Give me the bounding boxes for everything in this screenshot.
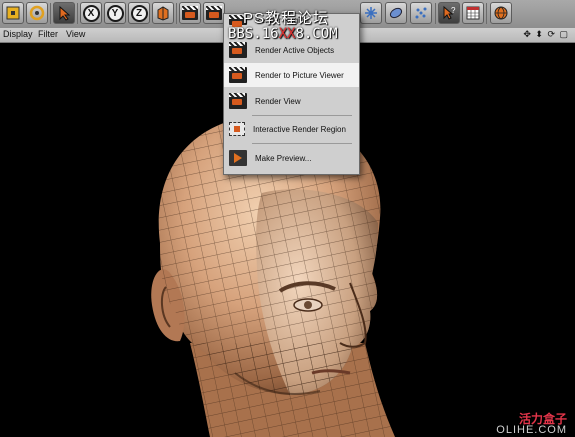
filter-menu[interactable]: Filter xyxy=(38,29,58,39)
toolbar-divider xyxy=(77,3,78,24)
z-axis-lock-button[interactable]: Z xyxy=(128,2,150,24)
menu-item-label: Interactive Render Region xyxy=(253,124,346,134)
menu-item-interactive-render-region[interactable]: Interactive Render Region xyxy=(224,117,359,141)
watermark-bbs-suffix: 8.COM xyxy=(295,26,338,42)
clapper-icon xyxy=(229,67,247,83)
preview-icon xyxy=(229,150,247,166)
menu-divider xyxy=(252,143,352,144)
y-axis-lock-button[interactable]: Y xyxy=(104,2,126,24)
particle-tool-icon[interactable] xyxy=(410,2,432,24)
clapper-icon xyxy=(229,93,247,109)
help-cursor-icon[interactable]: ? xyxy=(438,2,460,24)
web-globe-icon[interactable] xyxy=(490,2,512,24)
viewport-navigation-icons[interactable]: ✥ ⬍ ⟳ ▢ xyxy=(523,29,569,40)
live-selection-icon[interactable] xyxy=(53,2,75,24)
region-icon xyxy=(229,122,245,136)
z-axis-label: Z xyxy=(130,4,148,22)
menu-item-label: Make Preview... xyxy=(255,153,312,163)
deformer-tool-icon[interactable] xyxy=(360,2,382,24)
x-axis-label: X xyxy=(82,4,100,22)
watermark-site-title: PS教程论坛 xyxy=(243,10,330,27)
render-view-button[interactable] xyxy=(179,2,201,24)
watermark-corner-en: OLIHE.COM xyxy=(496,424,567,436)
toolbar-divider xyxy=(176,3,177,24)
svg-text:?: ? xyxy=(451,6,456,15)
coordinate-system-icon[interactable] xyxy=(152,2,174,24)
watermark-bbs-red: XX xyxy=(278,26,296,42)
y-axis-label: Y xyxy=(106,4,124,22)
rotate-tool-icon[interactable] xyxy=(26,2,48,24)
watermark-bbs-url: BBS.16XX8.COM xyxy=(228,26,338,42)
menu-item-label: Render Active Objects xyxy=(255,45,335,55)
render-picture-viewer-button[interactable] xyxy=(203,2,225,24)
scale-tool-icon[interactable] xyxy=(2,2,24,24)
environment-object-icon[interactable] xyxy=(385,2,407,24)
menu-item-make-preview[interactable]: Make Preview... xyxy=(224,146,359,170)
menu-divider xyxy=(252,115,352,116)
view-menu[interactable]: View xyxy=(66,29,85,39)
calendar-table-icon[interactable] xyxy=(462,2,484,24)
clapper-icon xyxy=(229,42,247,58)
menu-item-label: Render to Picture Viewer xyxy=(255,70,344,80)
toolbar-divider xyxy=(50,3,51,24)
menu-item-render-view[interactable]: Render View xyxy=(224,89,359,113)
clapper-icon xyxy=(182,6,198,20)
menu-item-render-to-picture-viewer[interactable]: Render to Picture Viewer xyxy=(224,63,359,87)
watermark-bbs-prefix: BBS.16 xyxy=(228,26,279,42)
display-menu[interactable]: Display xyxy=(3,29,33,39)
menu-item-label: Render View xyxy=(255,96,301,106)
toolbar-divider xyxy=(486,3,487,24)
toolbar-divider xyxy=(435,3,436,24)
x-axis-lock-button[interactable]: X xyxy=(80,2,102,24)
clapper-icon xyxy=(206,6,222,20)
